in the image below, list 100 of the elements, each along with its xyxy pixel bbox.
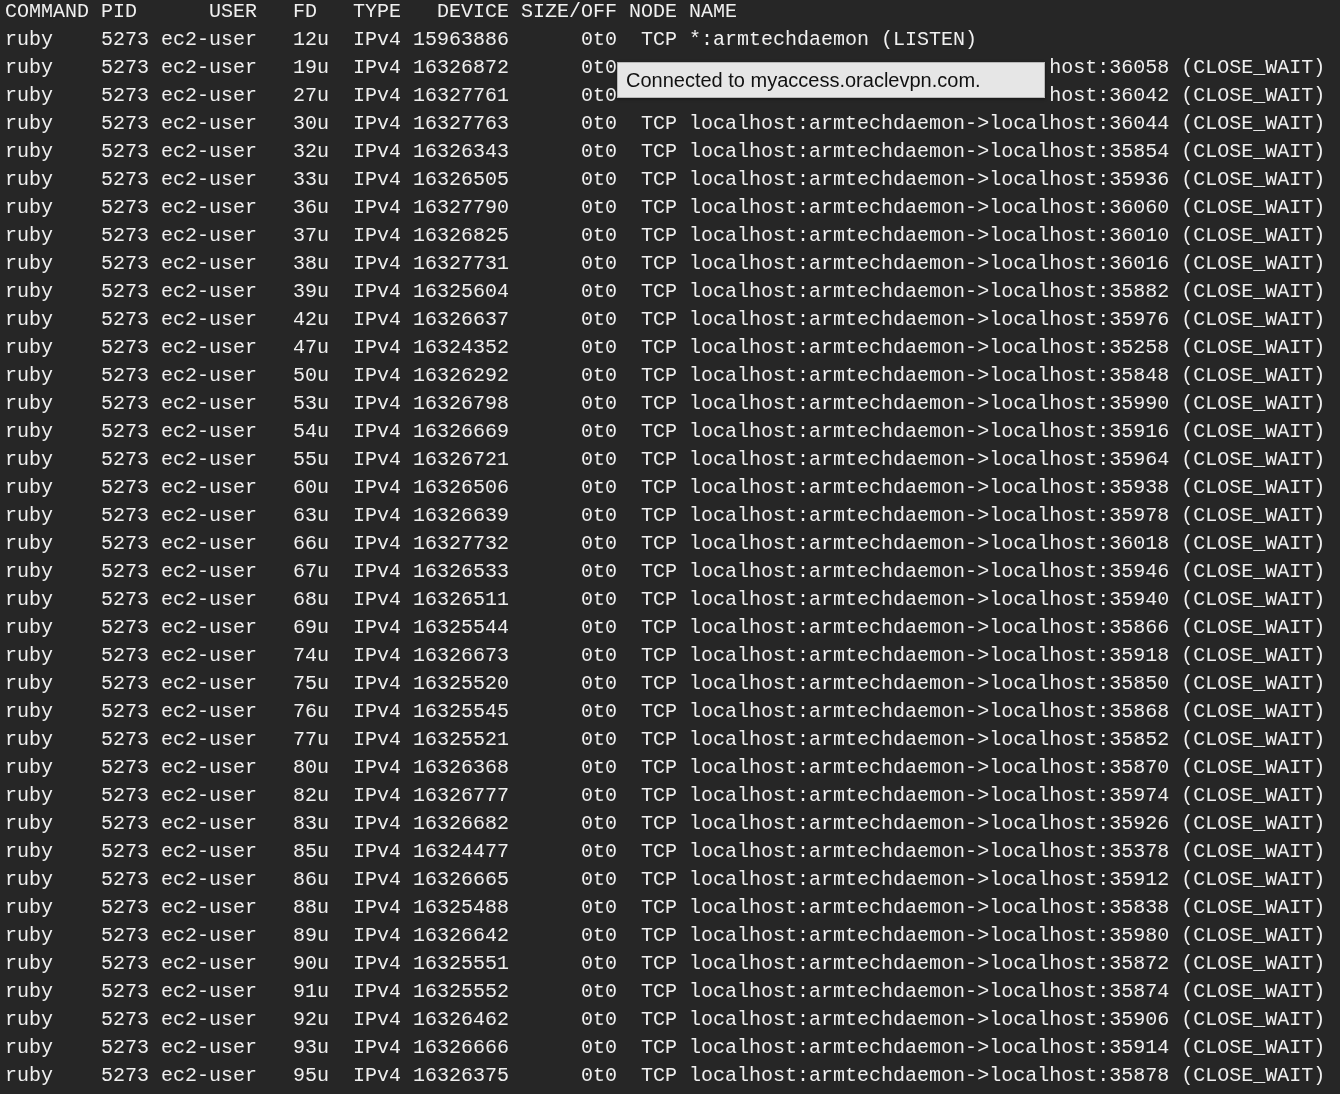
table-cell-text: 5273 — [101, 559, 150, 585]
table-cell-text: ec2-user — [161, 363, 258, 389]
table-cell-text: 47u — [293, 335, 330, 361]
table-cell-text: ruby — [5, 783, 53, 809]
table-cell-text: TCP — [641, 699, 678, 725]
table-cell-text: TCP — [641, 671, 678, 697]
table-cell-text: 50u — [293, 363, 330, 389]
table-cell-text: 0t0 — [581, 167, 618, 193]
table-cell-text: ruby — [5, 839, 53, 865]
table-cell-text: 5273 — [101, 27, 150, 53]
table-cell-text: IPv4 — [353, 587, 402, 613]
table-cell-text: 0t0 — [581, 419, 618, 445]
table-cell-text: 0t0 — [581, 923, 618, 949]
table-cell-text: localhost:armtechdaemon->localhost:35964 (CLOSE_WAIT) — [689, 447, 1326, 473]
table-cell-text: 16326721 — [413, 447, 510, 473]
table-cell-text: TCP — [641, 139, 678, 165]
table-cell-text: ruby — [5, 531, 53, 557]
table-cell-text: 0t0 — [581, 615, 618, 641]
table-cell-text: ec2-user — [161, 279, 258, 305]
table-cell-text: TCP — [641, 587, 678, 613]
table-cell-text: ec2-user — [161, 139, 258, 165]
table-cell-text: ec2-user — [161, 531, 258, 557]
table-cell-text: TCP — [641, 251, 678, 277]
table-cell-text: TCP — [641, 335, 678, 361]
table-cell-text: ec2-user — [161, 335, 258, 361]
table-cell-text: ruby — [5, 139, 53, 165]
table-cell-text: IPv4 — [353, 307, 402, 333]
table-cell-text: 5273 — [101, 475, 150, 501]
table-cell-text: IPv4 — [353, 615, 402, 641]
table-cell-text: IPv4 — [353, 27, 402, 53]
table-cell-text: localhost:armtechdaemon->localhost:35912 (CLOSE_WAIT) — [689, 867, 1326, 893]
table-cell-text: 16325551 — [413, 951, 510, 977]
table-cell-text: IPv4 — [353, 755, 402, 781]
table-cell-text: 0t0 — [581, 559, 618, 585]
table-cell-text: 32u — [293, 139, 330, 165]
table-cell-text: 77u — [293, 727, 330, 753]
table-cell-text: IPv4 — [353, 811, 402, 837]
table-cell-text: 83u — [293, 811, 330, 837]
table-cell-text: IPv4 — [353, 83, 402, 109]
table-cell-text: ec2-user — [161, 419, 258, 445]
table-cell-text: localhost:armtechdaemon->localhost:35916 (CLOSE_WAIT) — [689, 419, 1326, 445]
table-cell-text: localhost:armtechdaemon->localhost:35976 (CLOSE_WAIT) — [689, 307, 1326, 333]
table-cell-text: ruby — [5, 1007, 53, 1033]
table-cell-text: IPv4 — [353, 1007, 402, 1033]
table-cell-text: ec2-user — [161, 839, 258, 865]
table-cell-text: ec2-user — [161, 111, 258, 137]
column-header: PID — [101, 0, 138, 25]
table-cell-text: 92u — [293, 1007, 330, 1033]
table-cell-text: localhost:armtechdaemon->localhost:35926 (CLOSE_WAIT) — [689, 811, 1326, 837]
table-cell-text: 0t0 — [581, 867, 618, 893]
table-cell-text: IPv4 — [353, 559, 402, 585]
table-cell-text: 0t0 — [581, 195, 618, 221]
table-cell-text: IPv4 — [353, 699, 402, 725]
table-cell-text: ec2-user — [161, 1035, 258, 1061]
table-cell-text: TCP — [641, 643, 678, 669]
table-cell-text: 16325552 — [413, 979, 510, 1005]
table-cell-text: IPv4 — [353, 951, 402, 977]
table-cell-text: ec2-user — [161, 1007, 258, 1033]
table-cell-text: ruby — [5, 503, 53, 529]
table-cell-text: 88u — [293, 895, 330, 921]
table-cell-text: 0t0 — [581, 727, 618, 753]
table-cell-text: TCP — [641, 363, 678, 389]
table-cell-text: TCP — [641, 503, 678, 529]
table-cell-text: TCP — [641, 419, 678, 445]
table-cell-text: IPv4 — [353, 251, 402, 277]
table-cell-text: 5273 — [101, 55, 150, 81]
table-cell-text: 16327763 — [413, 111, 510, 137]
table-cell-text: ruby — [5, 279, 53, 305]
table-cell-text: 5273 — [101, 643, 150, 669]
table-cell-text: 12u — [293, 27, 330, 53]
table-cell-text: TCP — [641, 1063, 678, 1089]
table-cell-text: localhost:armtechdaemon->localhost:35854 (CLOSE_WAIT) — [689, 139, 1326, 165]
table-cell-text: IPv4 — [353, 167, 402, 193]
table-cell-text: 16325521 — [413, 727, 510, 753]
table-cell-text: localhost:armtechdaemon->localhost:36010 (CLOSE_WAIT) — [689, 223, 1326, 249]
table-cell-text: 82u — [293, 783, 330, 809]
table-cell-text: ec2-user — [161, 559, 258, 585]
table-cell-text: 5273 — [101, 895, 150, 921]
table-cell-text: 91u — [293, 979, 330, 1005]
table-cell-text: 0t0 — [581, 1007, 618, 1033]
table-cell-text: ruby — [5, 951, 53, 977]
table-cell-text: 16326673 — [413, 643, 510, 669]
table-cell-text: IPv4 — [353, 1035, 402, 1061]
table-cell-text: TCP — [641, 195, 678, 221]
table-cell-text: ec2-user — [161, 27, 258, 53]
table-cell-text: 38u — [293, 251, 330, 277]
table-cell-text: 5273 — [101, 615, 150, 641]
table-cell-text: ruby — [5, 755, 53, 781]
table-cell-text: ruby — [5, 923, 53, 949]
table-cell-text: 74u — [293, 643, 330, 669]
table-cell-text: localhost:armtechdaemon->localhost:36060 (CLOSE_WAIT) — [689, 195, 1326, 221]
table-cell-text: IPv4 — [353, 335, 402, 361]
tooltip: Connected to myaccess.oraclevpn.com. — [617, 62, 1045, 98]
table-cell-text: ec2-user — [161, 307, 258, 333]
table-cell-text: ruby — [5, 895, 53, 921]
table-cell-text: IPv4 — [353, 503, 402, 529]
table-cell-text: ruby — [5, 447, 53, 473]
table-cell-text: TCP — [641, 895, 678, 921]
table-cell-text: ruby — [5, 811, 53, 837]
table-cell-text: 16326511 — [413, 587, 510, 613]
